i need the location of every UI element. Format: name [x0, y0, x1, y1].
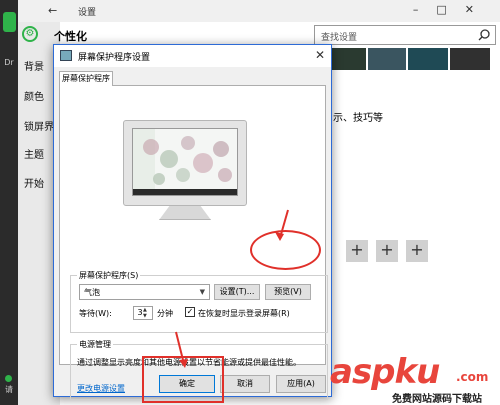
- monitor-icon: [60, 50, 72, 61]
- thumbnail[interactable]: [408, 48, 448, 70]
- monitor-bezel: [123, 120, 247, 206]
- watermark-sub: 免费网站源码下载站: [392, 390, 482, 405]
- sidebar-item-background[interactable]: 背景: [24, 58, 44, 73]
- monitor-stand: [159, 206, 211, 220]
- settings-window-title: 设置: [78, 8, 97, 18]
- bubble-preview-image: [133, 129, 237, 195]
- thumbnail[interactable]: [450, 48, 490, 70]
- screensaver-select-value: 气泡: [84, 288, 100, 297]
- sidebar-item-start[interactable]: 开始: [24, 175, 44, 190]
- screensaver-preview: [123, 120, 247, 228]
- annotation-arrow-icon: [175, 331, 188, 368]
- dialog-title: 屏幕保护程序设置: [78, 53, 151, 63]
- page-title: 个性化: [54, 30, 87, 43]
- preview-button[interactable]: 预览(V): [265, 284, 311, 300]
- sidebar-item-colors[interactable]: 颜色: [24, 88, 44, 103]
- screensaver-group: 屏幕保护程序(S) 气泡 ▼ 设置(T)... 预览(V) 等待(W): 3 ▲…: [70, 270, 328, 333]
- sidebar-item-lockscreen[interactable]: 锁屏界: [24, 118, 54, 133]
- resume-login-label: 在恢复时显示登录屏幕(R): [198, 309, 290, 318]
- close-icon[interactable]: ✕: [315, 48, 325, 62]
- settings-button[interactable]: 设置(T)...: [214, 284, 260, 300]
- add-app-button[interactable]: +: [406, 240, 428, 262]
- window-controls[interactable]: –□✕: [413, 3, 492, 16]
- minutes-label: 分钟: [157, 309, 173, 318]
- stepper-arrows-icon[interactable]: ▲ ▼: [143, 307, 147, 319]
- screensaver-select[interactable]: 气泡 ▼: [79, 284, 210, 300]
- taskbar-strip: Dr 请: [0, 0, 18, 405]
- lockscreen-tips-text: 示、技巧等: [333, 113, 383, 124]
- watermark-logo: aspku .com 免费网站源码下载站: [330, 352, 500, 405]
- change-power-settings-link[interactable]: 更改电源设置: [77, 383, 125, 394]
- lockscreen-thumbnails[interactable]: [330, 48, 500, 70]
- wait-minutes-value: 3: [137, 308, 143, 317]
- app-icon[interactable]: [3, 12, 16, 32]
- status-dot-icon: [5, 375, 12, 382]
- settings-titlebar: ← 设置 –□✕: [18, 0, 500, 22]
- add-app-button[interactable]: +: [376, 240, 398, 262]
- watermark-main: aspku: [330, 352, 440, 392]
- annotation-arrow-icon: [275, 209, 289, 241]
- screensaver-group-label: 屏幕保护程序(S): [77, 270, 141, 281]
- chevron-down-icon: ▼: [199, 288, 205, 296]
- power-group-label: 电源管理: [77, 339, 113, 350]
- resume-login-checkbox[interactable]: ✓: [185, 307, 195, 317]
- cancel-button[interactable]: 取消: [220, 375, 270, 393]
- search-input[interactable]: 查找设置: [314, 25, 496, 45]
- thumbnail[interactable]: [368, 48, 406, 70]
- tab-screensaver[interactable]: 屏幕保护程序: [59, 71, 113, 86]
- preview-screen: [132, 128, 238, 196]
- search-icon: [478, 29, 490, 41]
- gear-icon: ⚙: [22, 26, 38, 42]
- search-placeholder: 查找设置: [321, 33, 358, 43]
- apply-button[interactable]: 应用(A): [276, 375, 326, 393]
- strip-label-top: Dr: [4, 58, 14, 67]
- back-arrow-icon[interactable]: ←: [48, 4, 57, 17]
- dialog-titlebar: 屏幕保护程序设置 ✕: [54, 45, 331, 67]
- thumbnail[interactable]: [330, 48, 366, 70]
- strip-label-bottom: 请: [5, 385, 13, 394]
- wait-label: 等待(W):: [79, 309, 112, 318]
- add-app-button[interactable]: +: [346, 240, 368, 262]
- sidebar-item-themes[interactable]: 主题: [24, 146, 44, 161]
- watermark-tld: .com: [456, 370, 489, 384]
